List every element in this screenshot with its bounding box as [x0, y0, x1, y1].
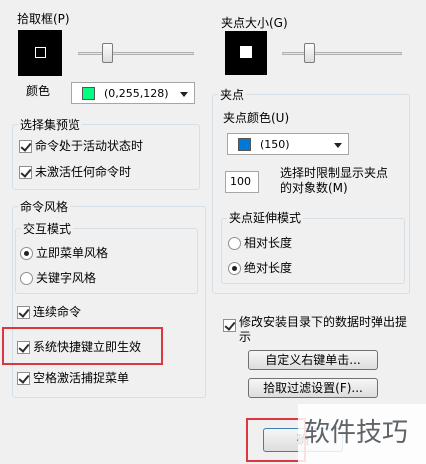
grip-size-slider-thumb[interactable]	[304, 43, 315, 63]
highlight-ok-box	[246, 418, 306, 462]
selection-preview-group	[12, 124, 200, 190]
grip-limit-label-line2: 的对象数(M)	[280, 181, 348, 195]
chk-space-snap-menu-label[interactable]: 空格激活捕捉菜单	[33, 371, 129, 385]
chk-command-active[interactable]	[19, 140, 32, 153]
chk-install-prompt-label-line2[interactable]: 示	[239, 330, 251, 344]
chk-no-command[interactable]	[19, 166, 32, 179]
pickbox-color-label: 颜色	[26, 84, 51, 98]
pickbox-slider-track[interactable]	[78, 52, 194, 55]
pickbox-preview-square	[35, 47, 46, 58]
highlight-shortcut-box	[2, 327, 163, 365]
grip-extend-title: 夹点延伸模式	[227, 211, 304, 225]
grip-size-preview-square	[240, 46, 252, 58]
chk-no-command-label[interactable]: 未激活任何命令时	[35, 165, 131, 179]
radio-menu-style[interactable]	[20, 247, 33, 260]
grip-size-slider-track[interactable]	[282, 52, 402, 55]
chevron-down-icon	[334, 143, 342, 148]
custom-right-click-button[interactable]: 自定义右键单击...	[248, 350, 378, 370]
chk-command-active-label[interactable]: 命令处于活动状态时	[35, 139, 143, 153]
interaction-mode-title: 交互模式	[21, 222, 74, 236]
radio-absolute-length[interactable]	[228, 262, 241, 275]
grip-limit-input[interactable]: 100	[225, 171, 259, 193]
pickbox-color-swatch	[82, 87, 95, 100]
pick-filter-button[interactable]: 拾取过滤设置(F)...	[248, 378, 378, 398]
radio-absolute-length-label[interactable]: 绝对长度	[244, 261, 292, 275]
radio-relative-length-label[interactable]: 相对长度	[244, 236, 292, 250]
chevron-down-icon	[180, 92, 188, 97]
radio-keyword-style[interactable]	[20, 272, 33, 285]
selection-preview-title: 选择集预览	[18, 118, 83, 132]
chk-space-snap-menu[interactable]	[17, 372, 30, 385]
grip-color-value: (150)	[260, 138, 290, 151]
chk-install-prompt-label-line1[interactable]: 修改安装目录下的数据时弹出提	[239, 315, 407, 329]
pickbox-preview	[18, 30, 62, 76]
radio-keyword-style-label[interactable]: 关键字风格	[36, 271, 96, 285]
pickbox-title: 拾取框(P)	[15, 12, 72, 26]
watermark-text: 软件技巧	[304, 418, 409, 448]
grip-size-title: 夹点大小(G)	[219, 16, 290, 30]
grip-color-select[interactable]: (150)	[227, 133, 349, 155]
chk-continuous-command-label[interactable]: 连续命令	[33, 305, 81, 319]
grip-size-preview	[225, 31, 267, 75]
grip-color-label: 夹点颜色(U)	[223, 111, 290, 125]
radio-relative-length[interactable]	[228, 237, 241, 250]
pickbox-color-select[interactable]: (0,255,128)	[71, 82, 195, 104]
chk-install-prompt[interactable]	[223, 319, 236, 332]
chk-continuous-command[interactable]	[17, 306, 30, 319]
grip-color-swatch	[238, 138, 251, 151]
grip-limit-label-line1: 选择时限制显示夹点	[280, 166, 389, 180]
grips-title: 夹点	[218, 88, 247, 102]
radio-menu-style-label[interactable]: 立即菜单风格	[36, 246, 108, 260]
command-style-title: 命令风格	[18, 200, 71, 214]
pickbox-slider-thumb[interactable]	[102, 43, 113, 63]
pickbox-color-value: (0,255,128)	[104, 87, 169, 100]
